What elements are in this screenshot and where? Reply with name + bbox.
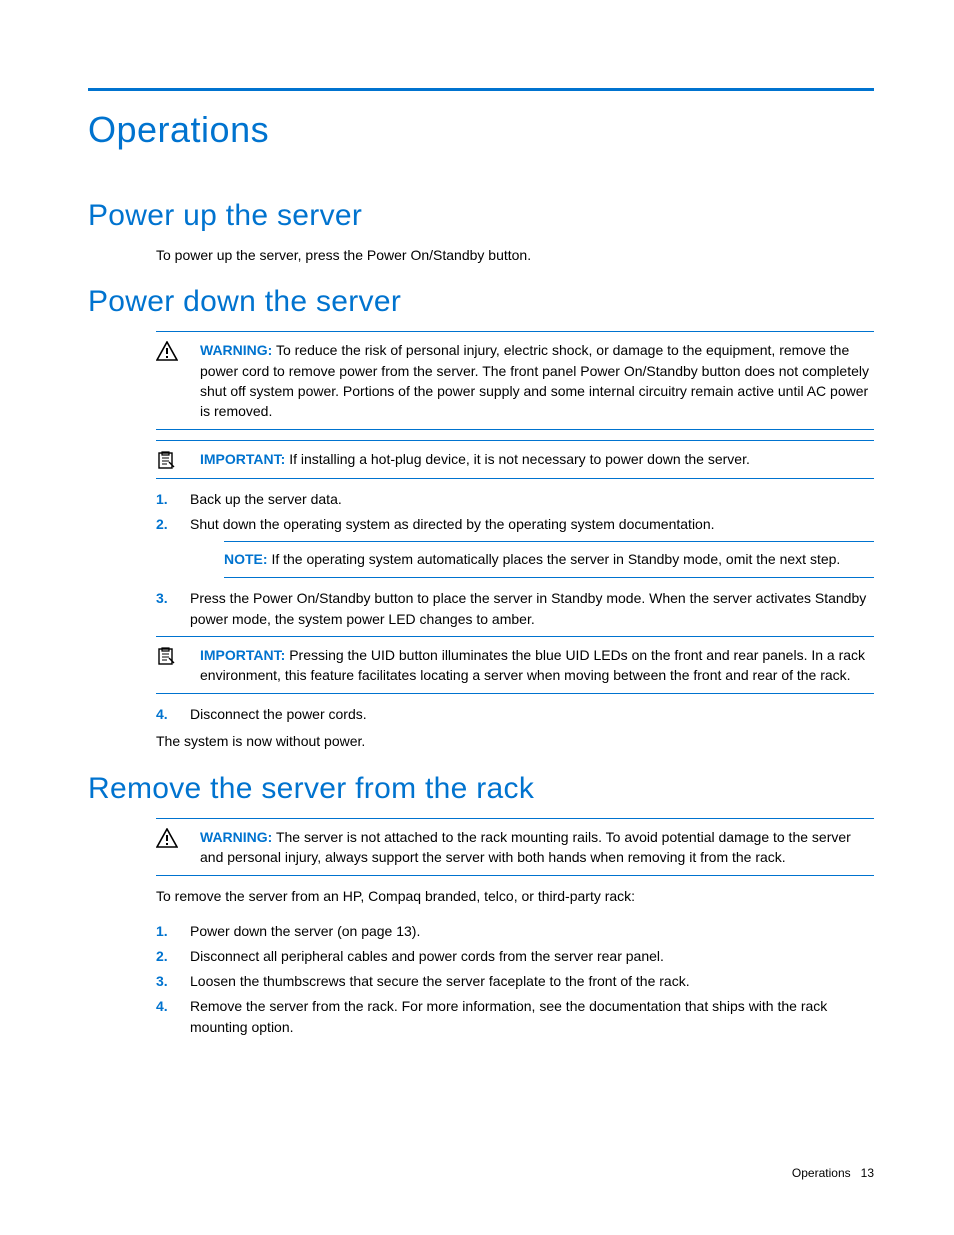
rack-step-4: 4.Remove the server from the rack. For m…	[156, 996, 874, 1038]
rack-step-1-text: Power down the server (on page 13).	[190, 923, 420, 939]
top-rule	[88, 88, 874, 91]
heading-power-up: Power up the server	[88, 199, 874, 233]
important1-text-block: IMPORTANT: If installing a hot-plug devi…	[200, 449, 874, 469]
heading-remove-rack: Remove the server from the rack	[88, 772, 874, 806]
step-3-text: Press the Power On/Standby button to pla…	[190, 590, 866, 627]
power-up-body: To power up the server, press the Power …	[156, 245, 874, 265]
power-down-steps: 1.Back up the server data. 2.Shut down t…	[156, 489, 874, 629]
step-2-text: Shut down the operating system as direct…	[190, 516, 715, 532]
important-notice-2: IMPORTANT: Pressing the UID button illum…	[156, 636, 874, 695]
warning-label: WARNING:	[200, 342, 272, 358]
power-down-closing: The system is now without power.	[156, 731, 874, 751]
warning-notice: WARNING: To reduce the risk of personal …	[156, 331, 874, 430]
note-label: NOTE:	[224, 551, 268, 567]
remove-rack-intro: To remove the server from an HP, Compaq …	[156, 886, 874, 906]
step-1-text: Back up the server data.	[190, 491, 342, 507]
note-text: If the operating system automatically pl…	[271, 551, 840, 567]
step-2: 2.Shut down the operating system as dire…	[156, 514, 874, 577]
important2-label: IMPORTANT:	[200, 647, 285, 663]
rack-step-3-text: Loosen the thumbscrews that secure the s…	[190, 973, 690, 989]
note-clipboard-icon	[156, 449, 200, 470]
step-4-text: Disconnect the power cords.	[190, 706, 367, 722]
rack-warning-text-block: WARNING: The server is not attached to t…	[200, 827, 874, 868]
rack-warning-label: WARNING:	[200, 829, 272, 845]
section-power-up: To power up the server, press the Power …	[156, 245, 874, 265]
step-1: 1.Back up the server data.	[156, 489, 874, 510]
rack-warning-text: The server is not attached to the rack m…	[200, 829, 851, 865]
note-clipboard-icon	[156, 645, 200, 666]
important1-label: IMPORTANT:	[200, 451, 285, 467]
warning-text: To reduce the risk of personal injury, e…	[200, 342, 869, 419]
step-4: 4.Disconnect the power cords.	[156, 704, 874, 725]
rack-warning-notice: WARNING: The server is not attached to t…	[156, 818, 874, 877]
step-2-note: NOTE: If the operating system automatica…	[224, 541, 874, 577]
important2-text: Pressing the UID button illuminates the …	[200, 647, 865, 683]
rack-step-4-text: Remove the server from the rack. For mor…	[190, 998, 827, 1035]
step-3: 3.Press the Power On/Standby button to p…	[156, 588, 874, 630]
power-down-steps-cont: 4.Disconnect the power cords.	[156, 704, 874, 725]
section-power-down: WARNING: To reduce the risk of personal …	[156, 331, 874, 751]
footer-page-number: 13	[861, 1166, 874, 1180]
rack-step-1: 1.Power down the server (on page 13).	[156, 921, 874, 942]
rack-step-2: 2.Disconnect all peripheral cables and p…	[156, 946, 874, 967]
section-remove-rack: WARNING: The server is not attached to t…	[156, 818, 874, 1038]
rack-step-2-text: Disconnect all peripheral cables and pow…	[190, 948, 664, 964]
important-notice-1: IMPORTANT: If installing a hot-plug devi…	[156, 440, 874, 479]
footer-section: Operations	[792, 1166, 851, 1180]
heading-power-down: Power down the server	[88, 285, 874, 319]
warning-text-block: WARNING: To reduce the risk of personal …	[200, 340, 874, 421]
warning-triangle-icon	[156, 827, 200, 848]
page-footer: Operations 13	[792, 1166, 874, 1180]
page: Operations Power up the server To power …	[0, 0, 954, 1235]
page-title: Operations	[88, 109, 874, 151]
important1-text: If installing a hot-plug device, it is n…	[289, 451, 750, 467]
warning-triangle-icon	[156, 340, 200, 361]
important2-text-block: IMPORTANT: Pressing the UID button illum…	[200, 645, 874, 686]
remove-rack-steps: 1.Power down the server (on page 13). 2.…	[156, 921, 874, 1038]
rack-step-3: 3.Loosen the thumbscrews that secure the…	[156, 971, 874, 992]
